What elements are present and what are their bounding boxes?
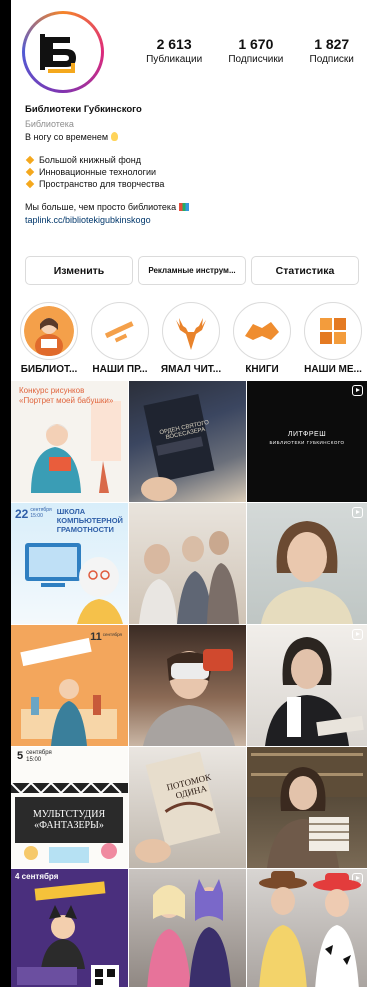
post-library-reel[interactable]	[247, 747, 367, 868]
profile-stats: 2 613 Публикации 1 670 Подписчики 1 827 …	[133, 36, 367, 65]
post-date: 4 сентября	[15, 872, 59, 881]
post-book-photo[interactable]: ОРДЕН СВЯТОГО ВОСЕСАЗЕРА	[129, 381, 246, 502]
bio-bullet: Инновационные технологии	[25, 166, 357, 178]
post-computer-school[interactable]: 22 сентября 15:00 ШКОЛА КОМПЬЮТЕРНОЙ ГРАМ…	[11, 503, 128, 624]
librarian-icon	[24, 306, 74, 356]
light-bulb-icon	[111, 132, 119, 141]
insights-button[interactable]: Статистика	[251, 256, 359, 285]
highlight-library[interactable]: БИБЛИОТ...	[15, 302, 83, 375]
post-date: 5	[17, 750, 24, 762]
post-litfresh-reel[interactable]: ЛИТФРЕШ БИБЛИОТЕКИ ГУБКИНСКОГО	[247, 381, 367, 502]
highlight-projects[interactable]: НАШИ ПР...	[86, 302, 154, 375]
post-cowboy-reel[interactable]	[247, 869, 367, 987]
post-september-event[interactable]: 4 сентября	[11, 869, 128, 987]
highlight-yamal[interactable]: ЯМАЛ ЧИТ...	[157, 302, 225, 375]
post-cosplay-photo[interactable]	[129, 869, 246, 987]
post-vr-photo[interactable]	[129, 625, 246, 746]
profile-screen: 2 613 Публикации 1 670 Подписчики 1 827 …	[11, 0, 367, 987]
bio-bullet: Пространство для творчества	[25, 178, 357, 190]
avatar[interactable]	[22, 11, 104, 93]
deer-icon	[166, 306, 216, 356]
posts-grid: Конкурс рисунков «Портрет моей бабушки» …	[11, 381, 367, 987]
highlight-events[interactable]: НАШИ МЕ...	[299, 302, 367, 375]
post-seminar-photo[interactable]	[129, 503, 246, 624]
bio-more: Мы больше, чем просто библиотека	[25, 201, 357, 213]
post-subtitle: БИБЛИОТЕКИ ГУБКИНСКОГО	[269, 440, 345, 445]
books-icon	[179, 203, 190, 211]
promo-tools-button[interactable]: Рекламные инструм...	[138, 256, 246, 285]
post-time: 15:00	[30, 513, 43, 519]
profile-header: 2 613 Публикации 1 670 Подписчики 1 827 …	[11, 0, 367, 100]
profile-name: Библиотеки Губкинского	[25, 104, 142, 115]
post-title: ЛИТФРЕШ	[287, 431, 327, 438]
post-month: сентября	[102, 632, 122, 637]
highlight-books[interactable]: КНИГИ	[228, 302, 296, 375]
orange-diamond-icon	[25, 155, 35, 165]
library-logo-icon	[28, 17, 98, 87]
profile-link[interactable]: taplink.cc/bibliotekigubkinskogo	[25, 214, 357, 226]
following-count[interactable]: 1 827 Подписки	[310, 36, 354, 65]
post-date: 22	[15, 507, 29, 521]
story-highlights: БИБЛИОТ... НАШИ ПР... ЯМАЛ ЧИТ... КНИГИ …	[15, 302, 367, 375]
posts-count[interactable]: 2 613 Публикации	[146, 36, 202, 65]
open-book-icon	[237, 306, 287, 356]
post-month: сентября	[26, 750, 52, 756]
pencils-icon	[95, 306, 145, 356]
post-portrait-reel[interactable]	[247, 503, 367, 624]
post-time: 15:00	[26, 757, 42, 763]
post-drawing-contest[interactable]: Конкурс рисунков «Портрет моей бабушки»	[11, 381, 128, 502]
post-book-odin[interactable]: ПОТОМОК ОДИНА	[129, 747, 246, 868]
bio-bullet: Большой книжный фонд	[25, 154, 357, 166]
reel-icon	[352, 385, 363, 396]
post-title: Конкурс рисунков	[19, 386, 85, 395]
orange-diamond-icon	[25, 179, 35, 189]
profile-category: Библиотека	[25, 119, 74, 129]
profile-actions: Изменить Рекламные инструм... Статистика	[25, 256, 359, 285]
post-title: ШКОЛА КОМПЬЮТЕРНОЙ ГРАМОТНОСТИ	[56, 507, 123, 534]
edit-profile-button[interactable]: Изменить	[25, 256, 133, 285]
puzzle-icon	[308, 306, 358, 356]
followers-count[interactable]: 1 670 Подписчики	[228, 36, 283, 65]
bio-bullets: Большой книжный фонд Инновационные техно…	[25, 154, 357, 190]
post-professions[interactable]: 11 сентября	[11, 625, 128, 746]
post-subtitle: «ФАНТАЗЕРЫ»	[34, 820, 104, 831]
post-title: МУЛЬТСТУДИЯ	[32, 809, 106, 820]
profile-tagline: В ногу со временем	[25, 131, 357, 143]
post-subtitle: «Портрет моей бабушки»	[19, 396, 114, 405]
profile-bio: Библиотеки Губкинского Библиотека В ногу…	[25, 104, 357, 226]
orange-diamond-icon	[25, 167, 35, 177]
post-date: 11	[90, 631, 102, 643]
post-cartoon-studio[interactable]: 5 сентября 15:00 МУЛЬТСТУДИЯ «ФАНТАЗЕРЫ»	[11, 747, 128, 868]
post-reading-reel[interactable]	[247, 625, 367, 746]
